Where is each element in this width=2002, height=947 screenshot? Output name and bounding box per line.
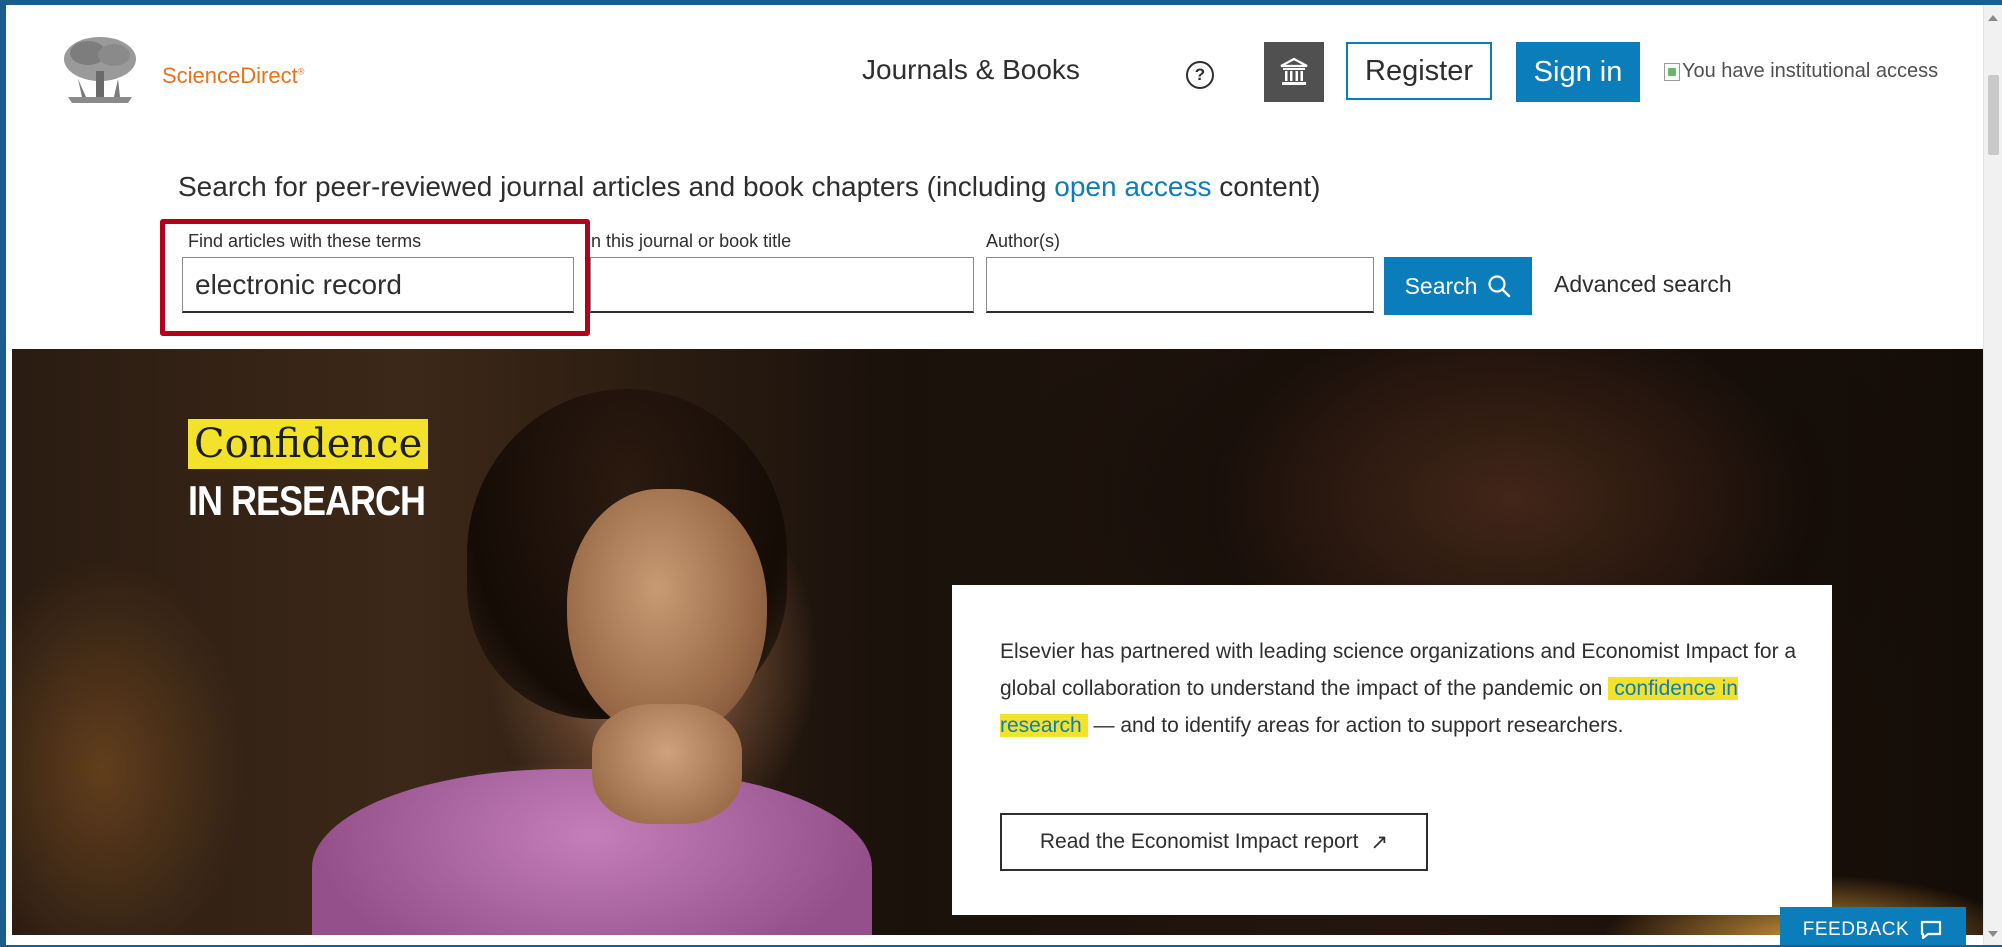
hero-title-line2: IN RESEARCH (188, 477, 426, 525)
vertical-scrollbar[interactable] (1983, 5, 2002, 945)
elsevier-logo-icon[interactable] (58, 35, 142, 107)
institution-icon (1280, 57, 1308, 85)
open-access-link[interactable]: open access (1054, 171, 1211, 202)
search-heading: Search for peer-reviewed journal article… (178, 171, 1320, 203)
institutional-access-alt-text: You have institutional access (1682, 60, 1939, 82)
search-heading-prefix: Search for peer-reviewed journal article… (178, 171, 1055, 202)
scroll-down-icon[interactable] (1988, 931, 1998, 937)
read-report-button[interactable]: Read the Economist Impact report ↗ (1000, 813, 1428, 871)
page-frame: ScienceDirect® Journals & Books ? Regist… (6, 5, 1998, 945)
register-button[interactable]: Register (1346, 42, 1492, 100)
hero-text-after: — and to identify areas for action to su… (1087, 714, 1624, 737)
chat-icon (1921, 920, 1942, 939)
hero-title-line1: Confidence (188, 419, 429, 469)
hero-photo-hand (592, 704, 742, 824)
search-button-label: Search (1404, 272, 1478, 299)
hero-info-text: Elsevier has partnered with leading scie… (1000, 633, 1800, 744)
institutional-access-image: You have institutional access (1664, 60, 1938, 83)
annotation-highlight-box (160, 219, 590, 336)
search-icon (1488, 275, 1511, 298)
hero-info-card: Elsevier has partnered with leading scie… (952, 585, 1832, 915)
scroll-up-icon[interactable] (1988, 15, 1998, 21)
logo-text: ScienceDirect (162, 63, 298, 88)
sciencedirect-logo[interactable]: ScienceDirect® (162, 63, 304, 89)
feedback-label: FEEDBACK (1802, 918, 1910, 940)
hero-photo-cardigan (312, 769, 872, 935)
advanced-search-link[interactable]: Advanced search (1554, 271, 1732, 298)
author-input[interactable] (986, 257, 1374, 313)
journal-label: In this journal or book title (586, 231, 792, 251)
hero-banner: Confidence IN RESEARCH Elsevier has part… (12, 349, 1992, 935)
external-link-icon: ↗ (1370, 830, 1389, 854)
feedback-button[interactable]: FEEDBACK (1780, 907, 1966, 945)
site-header: ScienceDirect® Journals & Books ? Regist… (6, 5, 1980, 115)
institution-button[interactable] (1264, 42, 1324, 102)
scroll-thumb[interactable] (1988, 75, 1999, 155)
hero-photo-face (567, 489, 767, 739)
broken-image-icon (1664, 62, 1680, 81)
help-icon[interactable]: ? (1186, 61, 1214, 89)
nav-journals-books[interactable]: Journals & Books (862, 54, 1080, 86)
registered-mark: ® (297, 66, 305, 77)
journal-input[interactable] (590, 257, 974, 313)
read-report-label: Read the Economist Impact report (1039, 830, 1359, 853)
author-label: Author(s) (986, 231, 1061, 251)
sign-in-button[interactable]: Sign in (1516, 42, 1640, 102)
search-button[interactable]: Search (1384, 257, 1532, 315)
search-heading-suffix: content) (1211, 171, 1321, 202)
